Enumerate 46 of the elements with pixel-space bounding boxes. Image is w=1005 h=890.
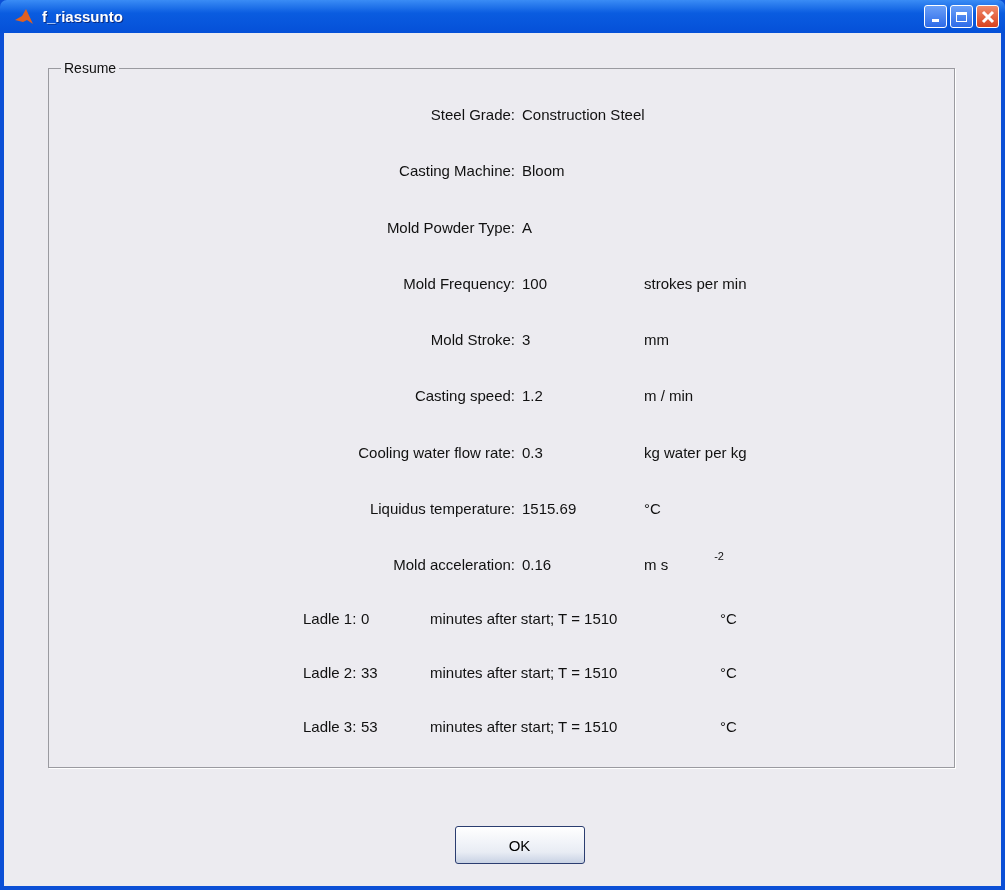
field-value: 1.2: [522, 387, 544, 405]
field-label: Mold acceleration:: [392, 556, 515, 574]
ladle-label: Ladle 3:: [303, 717, 358, 737]
field-label: Casting speed:: [413, 387, 515, 405]
unit-label: °C: [720, 609, 737, 629]
ladle-label: Ladle 1:: [303, 609, 358, 629]
unit-label: m / min: [644, 387, 694, 405]
unit-label: °C: [720, 663, 737, 683]
field-label: Mold Stroke:: [429, 331, 515, 349]
ladle-text: minutes after start; T = 1510: [430, 663, 619, 683]
field-label: Steel Grade:: [429, 106, 515, 123]
minimize-button[interactable]: [924, 5, 947, 28]
ladle-value: 33: [361, 663, 379, 683]
close-button[interactable]: [976, 5, 999, 28]
field-label: Liquidus temperature:: [368, 500, 515, 518]
ladle-value: 0: [361, 609, 371, 629]
maximize-button[interactable]: [950, 5, 973, 28]
unit-label: °C: [720, 717, 737, 737]
close-icon: [980, 9, 995, 24]
unit-exponent: -2: [714, 550, 724, 565]
field-value: 3: [522, 331, 532, 349]
window-title: f_riassunto: [42, 8, 123, 25]
unit-label: strokes per min: [644, 274, 747, 292]
field-label: Mold Powder Type:: [385, 218, 515, 236]
unit-label: mm: [644, 331, 669, 349]
field-value: Construction Steel: [522, 106, 646, 123]
ladle-text: minutes after start; T = 1510: [430, 717, 619, 737]
field-value: 1515.69: [522, 500, 578, 518]
field-value: Bloom: [522, 162, 566, 180]
unit-label: kg water per kg: [644, 443, 747, 461]
unit-label: m s: [644, 556, 669, 574]
field-value: 0.3: [522, 443, 544, 461]
field-value: 100: [522, 274, 549, 292]
ladle-label: Ladle 2:: [303, 663, 358, 683]
minimize-icon: [932, 19, 939, 22]
unit-label: °C: [644, 500, 661, 518]
field-label: Casting Machine:: [398, 162, 515, 180]
ladle-value: 53: [361, 717, 379, 737]
field-label: Cooling water flow rate:: [357, 443, 515, 461]
field-value: 0.16: [522, 556, 553, 574]
maximize-icon: [956, 11, 967, 22]
field-label: Mold Frequency:: [402, 274, 515, 292]
ladle-text: minutes after start; T = 1510: [430, 609, 619, 629]
ok-button[interactable]: OK: [454, 826, 585, 864]
field-value: A: [522, 218, 533, 236]
group-title: Resume: [61, 60, 120, 76]
